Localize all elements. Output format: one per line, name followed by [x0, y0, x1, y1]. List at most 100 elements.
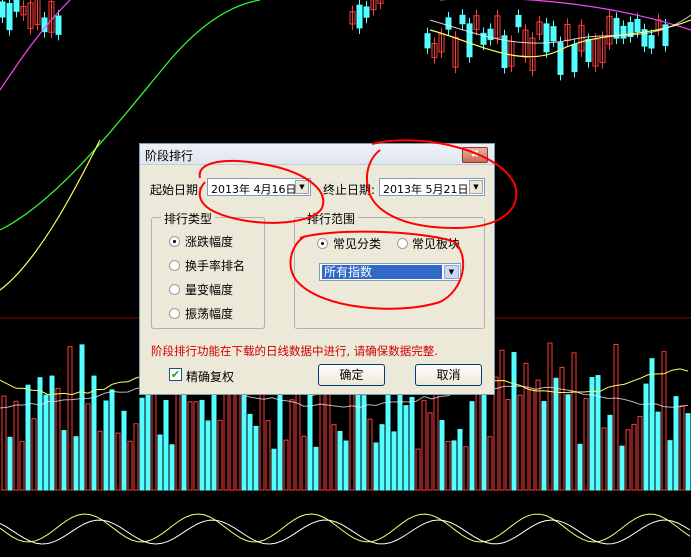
candle-body	[356, 4, 363, 29]
chevron-down-icon[interactable]: ▼	[469, 180, 483, 194]
volume-bar	[643, 383, 649, 491]
volume-bar	[79, 344, 85, 491]
volume-bar	[103, 400, 109, 491]
volume-bar	[637, 415, 643, 491]
precise-label[interactable]: 精确复权	[186, 368, 234, 385]
volume-bar	[7, 436, 13, 491]
volume-bar	[601, 427, 607, 491]
radio-turnover[interactable]	[169, 260, 180, 271]
volume-bar	[499, 349, 505, 491]
end-date-label: 终止日期:	[323, 183, 376, 197]
ok-button[interactable]: 确定	[318, 364, 385, 386]
volume-bar	[469, 401, 475, 491]
option-common-sector[interactable]: 常见板块	[412, 235, 460, 252]
range-select-value: 所有指数	[322, 265, 442, 279]
volume-bar	[193, 401, 199, 491]
volume-bar	[529, 389, 535, 491]
volume-bar	[205, 420, 211, 491]
volume-bar	[565, 394, 571, 491]
volume-bar	[397, 380, 403, 491]
volume-bar	[421, 399, 427, 491]
volume-bar	[277, 385, 283, 491]
start-date-label: 起始日期:	[150, 183, 203, 197]
volume-bar	[31, 418, 37, 491]
volume-bar	[679, 405, 685, 491]
stage-ranking-dialog: 阶段排行 ✖ 起始日期: 2013年 4月16日 ▼ 终止日期: 2013年 5…	[139, 143, 495, 395]
volume-bar	[583, 398, 589, 491]
candle-body	[445, 17, 452, 30]
volume-bar	[265, 420, 271, 491]
candle-body	[424, 33, 431, 49]
volume-bar	[523, 362, 529, 491]
volume-bar	[553, 377, 559, 491]
volume-bar	[445, 441, 451, 491]
volume-bar	[541, 401, 547, 491]
volume-bar	[577, 443, 583, 491]
volume-bar	[571, 352, 577, 491]
volume-bar	[55, 387, 61, 491]
volume-bar	[241, 388, 247, 491]
volume-bar	[517, 394, 523, 491]
end-date-picker[interactable]: 2013年 5月21日 ▼	[379, 178, 485, 196]
chevron-down-icon[interactable]: ▼	[444, 265, 459, 279]
candle-body	[571, 44, 578, 73]
volume-bar	[667, 440, 673, 491]
radio-volume-change[interactable]	[169, 284, 180, 295]
close-button[interactable]: ✖	[462, 147, 488, 163]
volume-bar	[91, 375, 97, 491]
option-amplitude[interactable]: 振荡幅度	[185, 305, 233, 322]
candle-body	[620, 25, 627, 39]
chevron-down-icon[interactable]: ▼	[295, 180, 309, 194]
volume-bar	[595, 375, 601, 491]
option-common-category[interactable]: 常见分类	[333, 235, 381, 252]
price-ma-line	[0, 139, 101, 291]
option-volume-change[interactable]: 量变幅度	[185, 281, 233, 298]
volume-bar	[625, 429, 631, 491]
volume-bar	[25, 384, 31, 491]
volume-bar	[295, 384, 301, 491]
end-date-value: 2013年 5月21日	[383, 183, 469, 196]
volume-bar	[373, 442, 379, 491]
volume-bar	[475, 390, 481, 491]
volume-bar	[451, 440, 457, 491]
volume-bar	[97, 430, 103, 491]
candle-body	[634, 18, 641, 33]
candle-body	[0, 1, 6, 18]
range-select[interactable]: 所有指数 ▼	[319, 263, 461, 281]
start-date-picker[interactable]: 2013年 4月16日 ▼	[207, 178, 311, 196]
volume-bar	[283, 439, 289, 491]
volume-bar	[247, 413, 253, 491]
candle-body	[515, 14, 522, 28]
volume-bar	[391, 431, 397, 491]
oscillator-line	[0, 513, 691, 543]
dialog-titlebar[interactable]: 阶段排行 ✖	[140, 144, 494, 165]
option-price-change[interactable]: 涨跌幅度	[185, 233, 233, 250]
radio-common-sector[interactable]	[397, 238, 408, 249]
volume-bar	[481, 391, 487, 491]
volume-bar	[253, 425, 259, 491]
volume-bar	[655, 411, 661, 491]
volume-bar	[649, 358, 655, 491]
volume-bar	[217, 419, 223, 491]
notice-text: 阶段排行功能在下载的日线数据中进行, 请确保数据完整.	[151, 344, 438, 358]
radio-common-category[interactable]	[317, 238, 328, 249]
cancel-button[interactable]: 取消	[415, 364, 482, 386]
volume-bar	[301, 435, 307, 491]
candle-body	[648, 35, 655, 49]
dialog-title: 阶段排行	[145, 149, 194, 163]
candle-body	[13, 0, 20, 12]
option-turnover[interactable]: 换手率排名	[185, 257, 245, 274]
volume-bar	[313, 446, 319, 491]
volume-bar	[379, 424, 385, 491]
volume-bar	[607, 414, 613, 491]
volume-bar	[199, 399, 205, 491]
volume-bar	[19, 440, 25, 491]
volume-bar	[49, 375, 55, 491]
volume-bar	[547, 342, 553, 491]
radio-amplitude[interactable]	[169, 308, 180, 319]
check-icon: ✔	[170, 368, 181, 381]
radio-price-change[interactable]	[169, 236, 180, 247]
precise-checkbox[interactable]: ✔	[169, 368, 182, 381]
rank-range-legend: 排行范围	[304, 210, 359, 227]
volume-bar	[343, 440, 349, 491]
